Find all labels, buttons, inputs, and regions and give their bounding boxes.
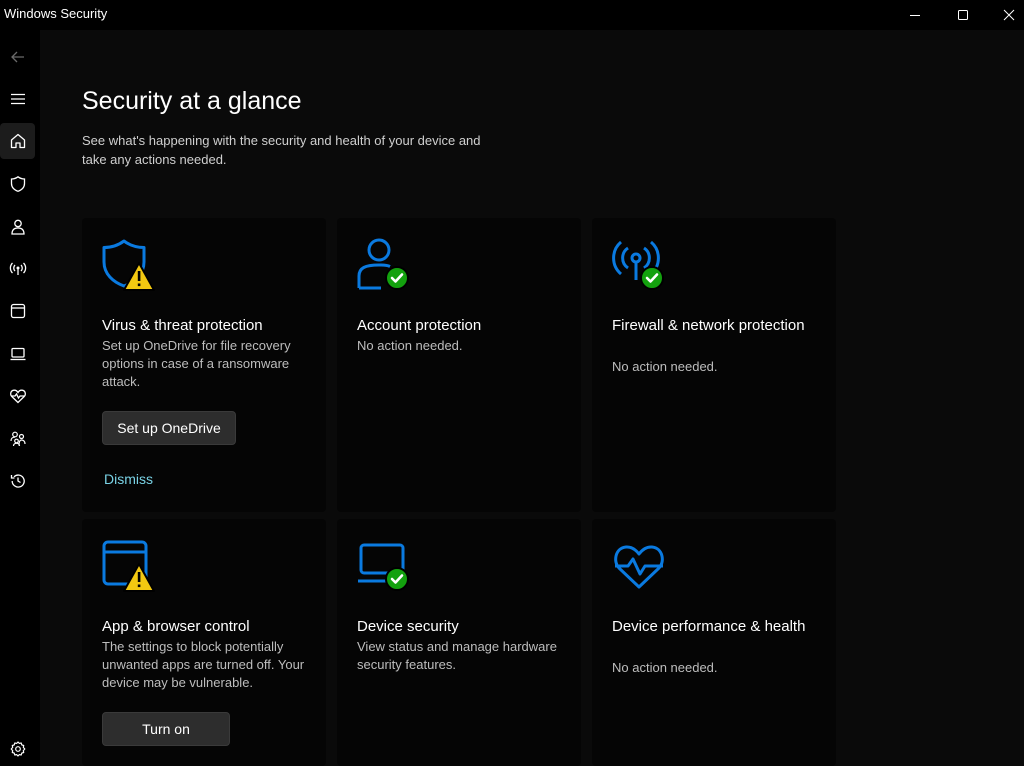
card-description: Set up OneDrive for file recovery option… (102, 338, 291, 389)
card-description: No action needed. (612, 660, 718, 675)
maximize-button[interactable] (940, 0, 986, 30)
back-button[interactable] (0, 39, 35, 75)
card-description: The settings to block potentially unwant… (102, 639, 305, 690)
app-title: Windows Security (4, 6, 108, 21)
card-virus-threat-protection[interactable]: Virus & threat protection Set up OneDriv… (82, 218, 326, 512)
close-icon (1003, 9, 1015, 21)
card-firewall-network-protection[interactable]: Firewall & network protection No action … (592, 218, 836, 512)
history-icon (10, 474, 25, 488)
sidebar-item-home[interactable] (0, 123, 35, 159)
heart-pulse-icon (9, 389, 26, 404)
close-button[interactable] (986, 0, 1024, 30)
person-icon (10, 219, 25, 235)
sidebar-item-account-protection[interactable] (0, 209, 35, 245)
sidebar-item-app-browser-control[interactable] (0, 293, 35, 329)
shield-warning-icon (102, 238, 158, 294)
minimize-button[interactable] (892, 0, 938, 30)
card-title: Virus & threat protection (102, 317, 263, 334)
laptop-icon (10, 347, 25, 361)
card-title: Device security (357, 618, 459, 635)
card-account-protection[interactable]: Account protection No action needed. (337, 218, 581, 512)
hamburger-menu-icon (10, 93, 25, 105)
browser-warning-icon (102, 539, 158, 595)
sidebar-item-device-security[interactable] (0, 336, 35, 372)
page-title: Security at a glance (82, 87, 302, 115)
windows-security-window: Windows Security Security at a glance Se… (0, 0, 1024, 766)
dismiss-link[interactable]: Dismiss (104, 471, 153, 487)
page-description: See what's happening with the security a… (82, 133, 481, 167)
setup-onedrive-button[interactable]: Set up OneDrive (102, 411, 236, 445)
card-title: Firewall & network protection (612, 317, 805, 334)
antenna-icon (9, 262, 26, 275)
sidebar-item-virus-threat-protection[interactable] (0, 166, 35, 202)
maximize-icon (958, 10, 968, 20)
home-icon (10, 133, 25, 149)
card-title: Account protection (357, 317, 482, 334)
account-check-icon (357, 238, 413, 294)
heart-pulse-icon (612, 539, 668, 595)
card-description: No action needed. (612, 359, 718, 374)
sidebar-item-protection-history[interactable] (0, 463, 35, 499)
family-icon (9, 431, 26, 447)
shield-icon (10, 175, 25, 192)
sidebar-item-firewall-network[interactable] (0, 251, 35, 287)
card-device-security[interactable]: Device security View status and manage h… (337, 519, 581, 766)
back-arrow-icon (10, 51, 24, 63)
laptop-check-icon (357, 539, 413, 595)
sidebar (0, 30, 40, 766)
title-bar: Windows Security (0, 0, 1024, 30)
main-content: Security at a glance See what's happenin… (40, 30, 1024, 766)
card-description: View status and manage hardware security… (357, 639, 557, 672)
sidebar-item-family-options[interactable] (0, 421, 35, 457)
card-app-browser-control[interactable]: App & browser control The settings to bl… (82, 519, 326, 766)
gear-icon (10, 741, 25, 757)
hamburger-menu-button[interactable] (0, 81, 35, 117)
card-title: App & browser control (102, 618, 250, 635)
minimize-icon (910, 15, 920, 16)
turn-on-button[interactable]: Turn on (102, 712, 230, 746)
card-title: Device performance & health (612, 618, 806, 635)
sidebar-item-device-performance[interactable] (0, 378, 35, 414)
sidebar-item-settings[interactable] (0, 731, 35, 766)
antenna-check-icon (612, 238, 668, 294)
card-description: No action needed. (357, 338, 463, 353)
browser-window-icon (10, 303, 25, 319)
card-device-performance-health[interactable]: Device performance & health No action ne… (592, 519, 836, 766)
